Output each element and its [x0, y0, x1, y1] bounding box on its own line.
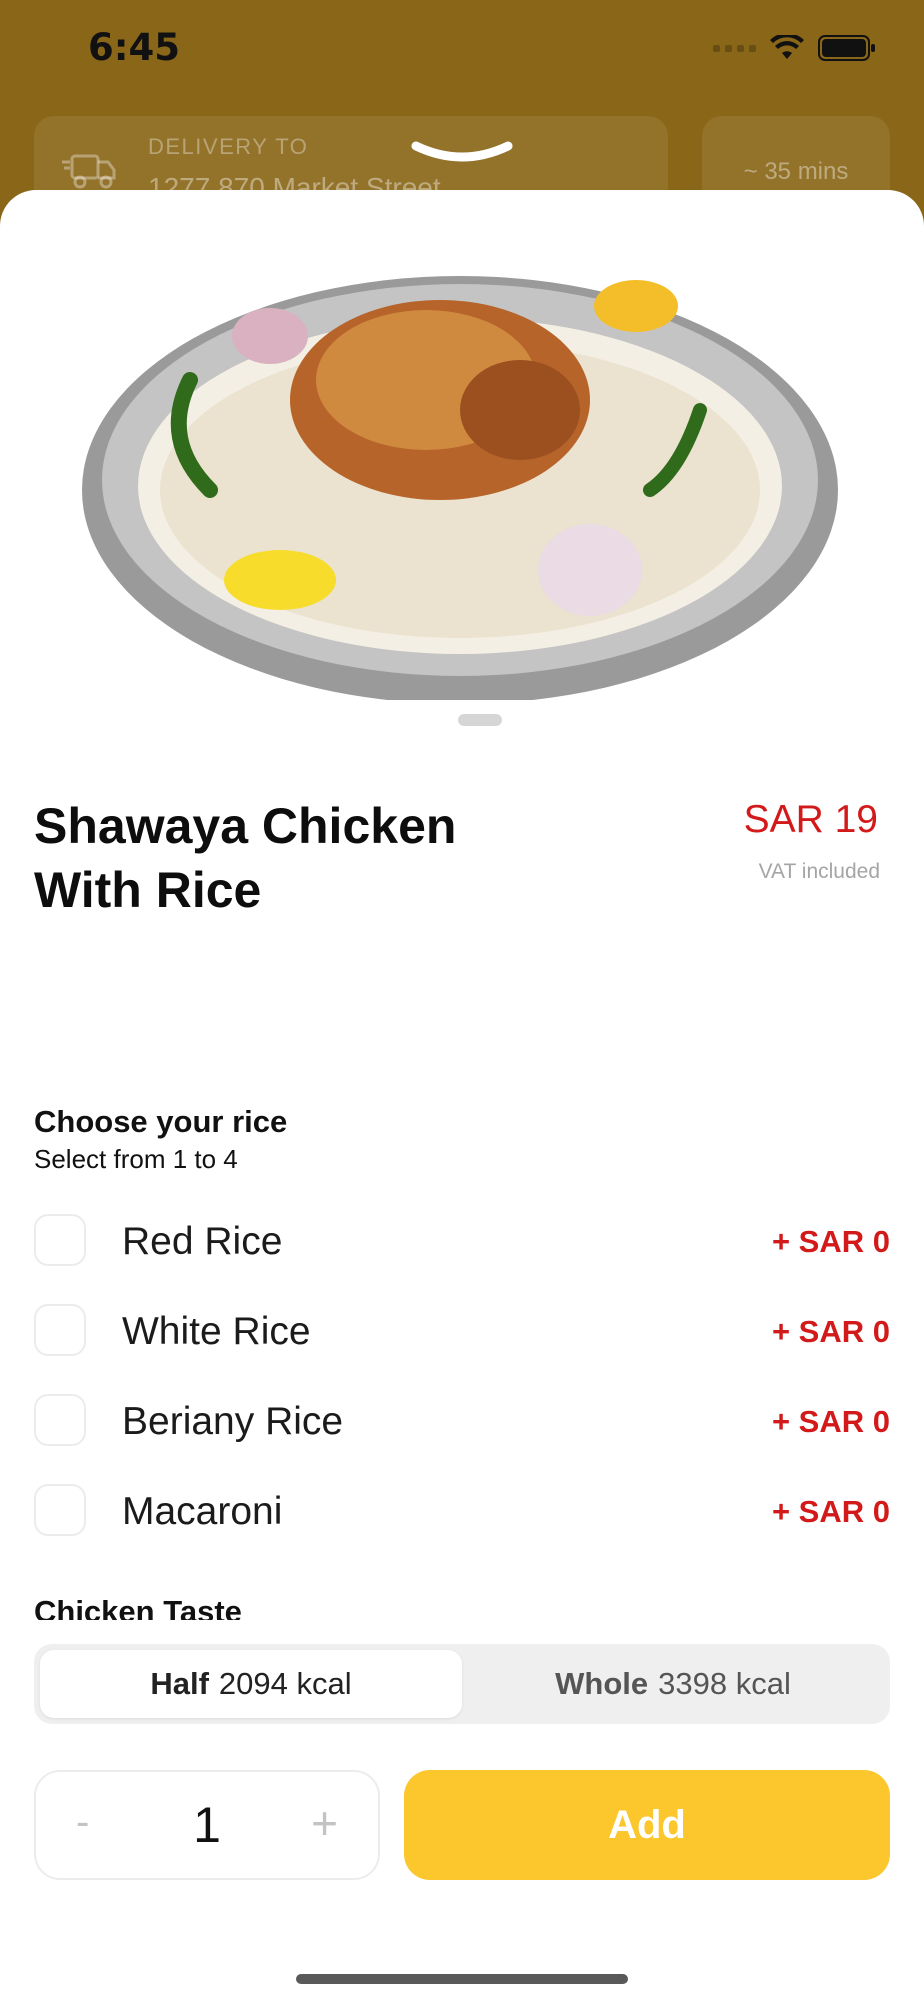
- status-time: 6:45: [88, 26, 181, 69]
- status-icons: [713, 34, 876, 62]
- delivery-truck-icon: [62, 154, 116, 189]
- photo-pager-indicator: [458, 714, 502, 726]
- option-price: + SAR 0: [771, 1494, 890, 1529]
- quantity-stepper: - 1 +: [34, 1770, 380, 1880]
- product-sheet: Shawaya Chicken With Rice SAR 19 VAT inc…: [0, 190, 924, 2000]
- battery-icon: [818, 35, 875, 61]
- size-half-label: Half: [150, 1666, 209, 1701]
- delivery-label: DELIVERY TO: [148, 134, 309, 159]
- dismiss-chevron-icon[interactable]: [410, 138, 514, 168]
- option-label: Macaroni: [122, 1490, 283, 1533]
- option-price: + SAR 0: [771, 1404, 890, 1439]
- cellular-signal-icon: [713, 44, 756, 52]
- checkbox[interactable]: [34, 1304, 86, 1356]
- checkbox[interactable]: [34, 1484, 86, 1536]
- product-title: Shawaya Chicken With Rice: [34, 798, 457, 918]
- add-to-cart-button[interactable]: Add: [404, 1770, 890, 1880]
- option-label: Red Rice: [122, 1220, 283, 1263]
- size-half-kcal: 2094 kcal: [218, 1666, 352, 1701]
- size-option-half[interactable]: Half 2094 kcal: [40, 1650, 462, 1718]
- option-price: + SAR 0: [771, 1224, 890, 1259]
- rice-option-beriany[interactable]: Beriany Rice + SAR 0: [0, 1382, 924, 1472]
- checkbox[interactable]: [34, 1214, 86, 1266]
- option-label: White Rice: [122, 1310, 311, 1353]
- rice-section-title: Choose your rice: [34, 1104, 288, 1139]
- rice-section-subtitle: Select from 1 to 4: [34, 1144, 238, 1174]
- size-whole-kcal: 3398 kcal: [658, 1666, 791, 1701]
- rice-option-macaroni[interactable]: Macaroni + SAR 0: [0, 1472, 924, 1562]
- option-label: Beriany Rice: [122, 1400, 344, 1443]
- home-indicator[interactable]: [296, 1974, 628, 1984]
- increment-button[interactable]: +: [311, 1796, 338, 1850]
- rice-option-red[interactable]: Red Rice + SAR 0: [0, 1202, 924, 1292]
- vat-note: VAT included: [758, 860, 880, 883]
- product-photo: [82, 276, 838, 700]
- product-price: SAR 19: [743, 798, 878, 841]
- size-option-whole[interactable]: Whole 3398 kcal: [462, 1650, 884, 1718]
- size-whole-label: Whole: [555, 1666, 649, 1701]
- delivery-header: DELIVERY TO 1277 870 Market Street ~ 35 …: [0, 110, 924, 236]
- rice-option-white[interactable]: White Rice + SAR 0: [0, 1292, 924, 1382]
- status-bar: 6:45: [0, 0, 924, 100]
- eta-text: ~ 35 mins: [743, 158, 849, 185]
- checkbox[interactable]: [34, 1394, 86, 1446]
- size-segmented-control: Half 2094 kcal Whole 3398 kcal: [34, 1644, 890, 1724]
- option-price: + SAR 0: [771, 1314, 890, 1349]
- wifi-icon: [770, 35, 804, 59]
- taste-section-title: Chicken Taste: [34, 1594, 242, 1620]
